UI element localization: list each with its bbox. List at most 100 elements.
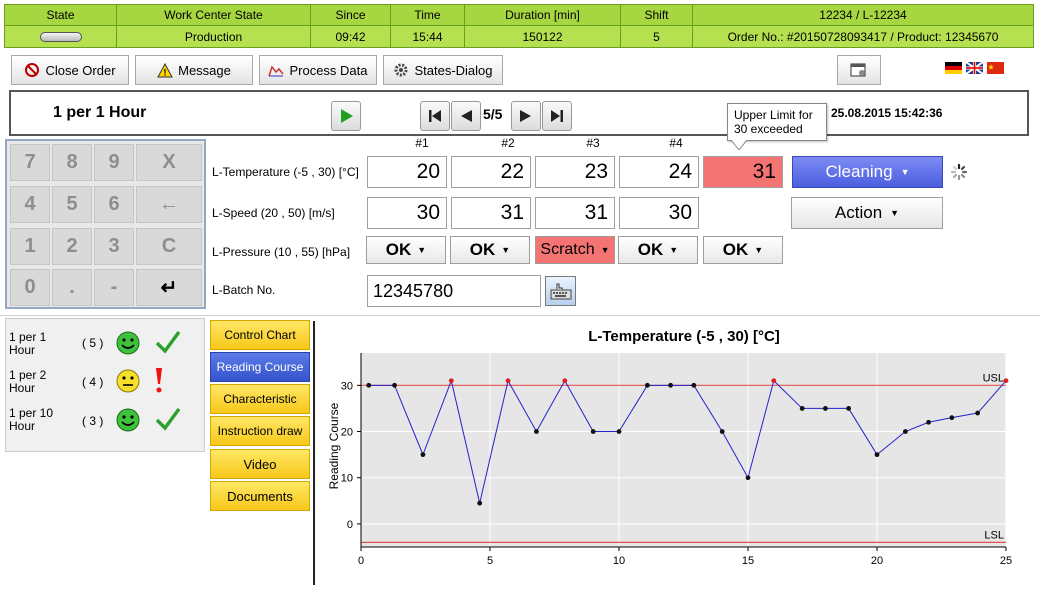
shift-value: 5 bbox=[621, 26, 693, 48]
limit-tooltip: Upper Limit for 30 exceeded bbox=[727, 103, 827, 141]
key-9[interactable]: 9 bbox=[94, 144, 134, 181]
duration-value: 150122 bbox=[465, 26, 621, 48]
cleaning-label: Cleaning bbox=[825, 162, 893, 181]
key-2[interactable]: 2 bbox=[52, 228, 92, 265]
column-header-4: #4 bbox=[669, 136, 683, 150]
pressure-select-5[interactable]: OK ▼ bbox=[703, 236, 783, 264]
control-chart-button[interactable]: Control Chart bbox=[210, 320, 310, 350]
since-value: 09:42 bbox=[311, 26, 391, 48]
instruction-draw-button[interactable]: Instruction draw bbox=[210, 416, 310, 446]
key-4[interactable]: 4 bbox=[10, 186, 50, 223]
last-page-button[interactable] bbox=[542, 101, 572, 131]
tooltip-pointer bbox=[731, 140, 747, 150]
key-backspace[interactable]: ← bbox=[136, 186, 202, 223]
chevron-down-icon: ▼ bbox=[900, 167, 910, 177]
settings-dialog-button[interactable] bbox=[837, 55, 881, 85]
exclamation-icon bbox=[156, 368, 162, 393]
close-order-label: Close Order bbox=[45, 62, 116, 78]
message-label: Message bbox=[178, 62, 231, 78]
column-header-2: #2 bbox=[501, 136, 515, 150]
key-7[interactable]: 7 bbox=[10, 144, 50, 181]
flag-german-icon[interactable] bbox=[945, 62, 962, 74]
characteristic-button[interactable]: Characteristic bbox=[210, 384, 310, 414]
pressure-value-3: Scratch bbox=[540, 241, 595, 258]
status-row-3-name-line2: Hour bbox=[9, 419, 36, 433]
data-point bbox=[392, 382, 397, 388]
data-point bbox=[926, 419, 931, 425]
temperature-input-3[interactable]: 23 bbox=[535, 156, 615, 188]
chart-icon bbox=[268, 65, 285, 77]
key-5[interactable]: 5 bbox=[52, 186, 92, 223]
chevron-down-icon: ▼ bbox=[501, 245, 511, 255]
cleaning-dropdown[interactable]: Cleaning ▼ bbox=[792, 156, 943, 188]
first-page-button[interactable] bbox=[420, 101, 450, 131]
keyboard-button[interactable] bbox=[545, 276, 576, 306]
close-order-button[interactable]: Close Order bbox=[11, 55, 129, 85]
status-header-since: Since bbox=[311, 5, 391, 26]
chevron-down-icon: ▼ bbox=[890, 208, 900, 218]
temperature-input-5[interactable]: 31 bbox=[703, 156, 783, 188]
temperature-input-1[interactable]: 20 bbox=[367, 156, 447, 188]
process-data-label: Process Data bbox=[289, 62, 368, 78]
lsl-label: LSL bbox=[984, 529, 1004, 541]
key-enter[interactable]: ↵ bbox=[136, 269, 202, 306]
data-point bbox=[366, 382, 372, 388]
status-header-order: 12234 / L-12234 bbox=[693, 5, 1033, 26]
pressure-select-3[interactable]: Scratch ▼ bbox=[535, 236, 615, 264]
documents-button[interactable]: Documents bbox=[210, 481, 310, 511]
y-tick-label: 10 bbox=[341, 473, 353, 485]
check-icon bbox=[155, 407, 181, 431]
key-8[interactable]: 8 bbox=[52, 144, 92, 181]
last-page-icon bbox=[551, 110, 563, 122]
data-point bbox=[590, 429, 596, 434]
data-point bbox=[534, 429, 539, 434]
status-row-2-name: 1 per 2 Hour bbox=[9, 369, 46, 395]
temperature-input-4[interactable]: 24 bbox=[619, 156, 699, 188]
pressure-select-4[interactable]: OK ▼ bbox=[618, 236, 698, 264]
panel-separator bbox=[0, 315, 1040, 316]
previous-page-button[interactable] bbox=[451, 101, 481, 131]
flag-uk-icon[interactable] bbox=[966, 62, 983, 74]
key-decimal[interactable]: . bbox=[52, 269, 92, 306]
pressure-select-1[interactable]: OK ▼ bbox=[366, 236, 446, 264]
data-point bbox=[644, 382, 650, 388]
pressure-select-2[interactable]: OK ▼ bbox=[450, 236, 530, 264]
speed-input-2[interactable]: 31 bbox=[451, 197, 531, 229]
smiley-neutral-icon bbox=[116, 369, 140, 393]
key-0[interactable]: 0 bbox=[10, 269, 50, 306]
data-point bbox=[745, 475, 751, 481]
reading-course-button[interactable]: Reading Course bbox=[210, 352, 310, 382]
key-cancel[interactable]: X bbox=[136, 144, 202, 181]
states-dialog-button[interactable]: States-Dialog bbox=[383, 55, 503, 85]
next-page-button[interactable] bbox=[511, 101, 541, 131]
key-1[interactable]: 1 bbox=[10, 228, 50, 265]
batch-number-input[interactable]: 12345780 bbox=[367, 275, 541, 307]
temperature-input-2[interactable]: 22 bbox=[451, 156, 531, 188]
video-button[interactable]: Video bbox=[210, 449, 310, 479]
key-6[interactable]: 6 bbox=[94, 186, 134, 223]
speed-input-3[interactable]: 31 bbox=[535, 197, 615, 229]
key-3[interactable]: 3 bbox=[94, 228, 134, 265]
process-data-button[interactable]: Process Data bbox=[259, 55, 377, 85]
key-minus[interactable]: - bbox=[94, 269, 134, 306]
y-axis-label: Reading Course bbox=[327, 402, 341, 489]
smiley-happy-icon bbox=[116, 408, 140, 432]
key-clear[interactable]: C bbox=[136, 228, 202, 265]
vertical-divider bbox=[313, 321, 315, 585]
svg-text:!: ! bbox=[164, 67, 167, 77]
data-point bbox=[448, 378, 454, 384]
message-button[interactable]: ! Message bbox=[135, 55, 253, 85]
chevron-down-icon: ▼ bbox=[669, 245, 679, 255]
flag-china-icon[interactable] bbox=[987, 62, 1004, 74]
loading-spinner-icon bbox=[950, 163, 968, 181]
action-dropdown[interactable]: Action ▼ bbox=[791, 197, 943, 229]
previous-icon bbox=[461, 110, 472, 122]
data-point bbox=[874, 452, 880, 458]
play-button[interactable] bbox=[331, 101, 361, 131]
speed-input-4[interactable]: 30 bbox=[619, 197, 699, 229]
smiley-happy-icon bbox=[116, 331, 140, 355]
column-header-3: #3 bbox=[586, 136, 600, 150]
speed-input-1[interactable]: 30 bbox=[367, 197, 447, 229]
chart-title: L-Temperature (-5 , 30) [°C] bbox=[588, 328, 780, 345]
status-row-2-count: ( 4 ) bbox=[82, 375, 104, 389]
